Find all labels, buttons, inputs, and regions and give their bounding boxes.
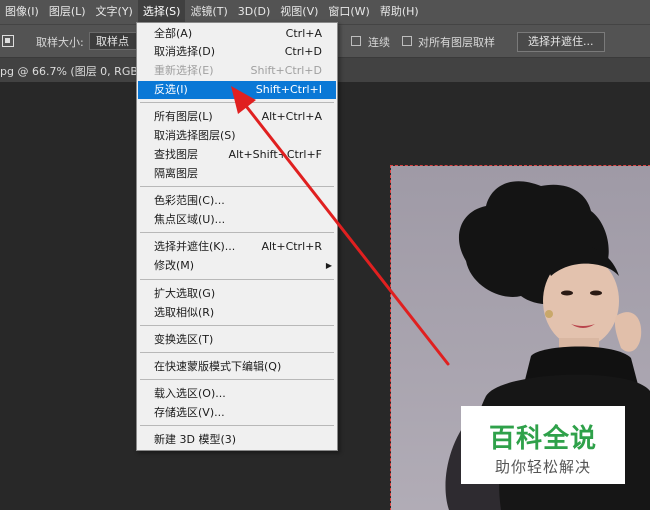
annotation-arrow-icon — [231, 86, 450, 366]
